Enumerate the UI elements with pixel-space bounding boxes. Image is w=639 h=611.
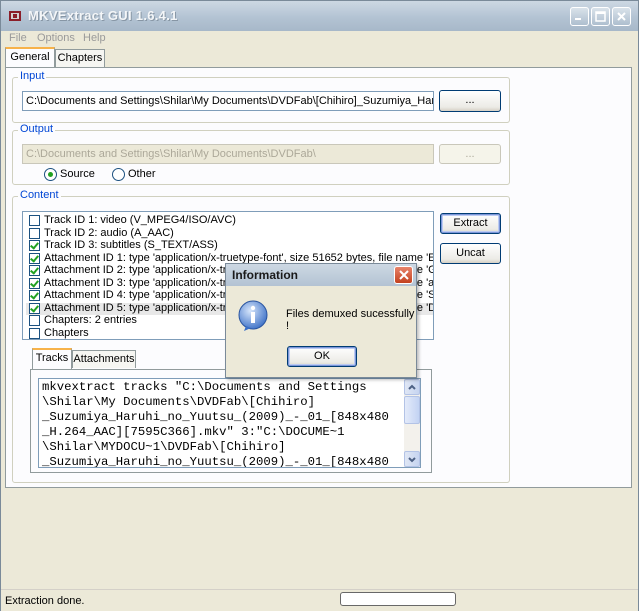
minimize-button[interactable]: [570, 7, 589, 26]
dialog-message: Files demuxed sucessfully !: [286, 308, 415, 332]
item-checkbox[interactable]: [29, 290, 40, 301]
command-scrollbar[interactable]: [404, 379, 420, 467]
item-label: Track ID 2: audio (A_AAC): [44, 226, 174, 239]
close-icon: [617, 12, 626, 21]
status-text: Extraction done.: [5, 595, 85, 607]
command-line: mkvextract tracks "C:\Documents and Sett…: [42, 380, 367, 394]
status-progress: [340, 592, 456, 606]
command-line: _Suzumiya_Haruhi_no_Yuutsu_(2009)_-_01_[…: [42, 410, 389, 424]
item-label: Attachment ID 1: type 'application/x-tru…: [44, 251, 433, 264]
output-path-field[interactable]: C:\Documents and Settings\Shilar\My Docu…: [22, 144, 434, 164]
maximize-icon: [595, 11, 606, 22]
command-line: _Suzumiya_Haruhi_no_Yuutsu_(2009)_-_01_[…: [42, 455, 389, 468]
status-bar: Extraction done.: [1, 589, 638, 611]
list-item[interactable]: Track ID 2: audio (A_AAC): [26, 226, 433, 240]
command-preview[interactable]: mkvextract tracks "C:\Documents and Sett…: [38, 378, 421, 468]
tab-general[interactable]: General: [5, 47, 55, 68]
extract-button[interactable]: Extract: [440, 213, 501, 234]
menu-help[interactable]: Help: [83, 32, 106, 44]
item-label: Track ID 3: subtitles (S_TEXT/ASS): [44, 239, 218, 251]
list-item[interactable]: Track ID 3: subtitles (S_TEXT/ASS): [26, 239, 433, 252]
window-title: MKVExtract GUI 1.6.4.1: [28, 8, 178, 23]
uncat-button[interactable]: Uncat: [440, 243, 501, 264]
maximize-button[interactable]: [591, 7, 610, 26]
scroll-up-button[interactable]: [404, 379, 420, 395]
menu-bar: File Options Help: [1, 31, 638, 47]
chevron-down-icon: [408, 457, 416, 463]
item-label: Track ID 1: video (V_MPEG4/ISO/AVC): [44, 214, 236, 226]
item-checkbox[interactable]: [29, 252, 40, 264]
ok-button[interactable]: OK: [287, 346, 357, 367]
command-line: \Shilar\MYDOCU~1\DVDFab\[Chihiro]: [42, 440, 286, 454]
output-browse-button[interactable]: ...: [439, 144, 501, 164]
info-icon: [238, 300, 268, 331]
other-radio[interactable]: [112, 168, 125, 181]
tab-attachments[interactable]: Attachments: [72, 350, 136, 368]
input-legend: Input: [18, 70, 47, 82]
output-legend: Output: [18, 123, 56, 135]
dialog-close-button[interactable]: [394, 266, 413, 284]
menu-file[interactable]: File: [9, 32, 27, 44]
close-button[interactable]: [612, 7, 631, 26]
item-checkbox[interactable]: [29, 265, 40, 276]
command-line: \Shilar\My Documents\DVDFab\[Chihiro]: [42, 395, 316, 409]
item-checkbox[interactable]: [29, 315, 40, 326]
dialog-title: Information: [232, 268, 298, 282]
item-checkbox[interactable]: [29, 227, 40, 239]
command-line: _H.264_AAC][7595C366].mkv" 3:"C:\DOCUME~…: [42, 425, 345, 439]
tab-tracks[interactable]: Tracks: [32, 348, 72, 369]
scroll-down-button[interactable]: [404, 451, 420, 467]
item-checkbox[interactable]: [29, 240, 40, 251]
source-radio[interactable]: [44, 168, 57, 181]
item-label: Chapters: 2 entries: [44, 314, 137, 326]
item-checkbox[interactable]: [29, 215, 40, 226]
dialog-title-bar[interactable]: Information: [226, 264, 416, 286]
other-radio-label[interactable]: Other: [128, 168, 156, 180]
menu-options[interactable]: Options: [37, 32, 75, 44]
chevron-up-icon: [408, 384, 416, 390]
title-bar[interactable]: MKVExtract GUI 1.6.4.1: [1, 1, 638, 31]
tab-chapters[interactable]: Chapters: [55, 49, 105, 67]
scroll-thumb[interactable]: [404, 396, 420, 424]
item-checkbox[interactable]: [29, 302, 40, 314]
content-legend: Content: [18, 189, 61, 201]
input-browse-button[interactable]: ...: [439, 90, 501, 112]
item-checkbox[interactable]: [29, 327, 40, 339]
close-icon: [399, 270, 409, 280]
minimize-icon: [575, 18, 581, 20]
app-icon: [9, 11, 21, 21]
info-dialog: Information Files demuxed sucessfully ! …: [225, 263, 417, 378]
source-radio-label[interactable]: Source: [60, 168, 95, 180]
main-window: MKVExtract GUI 1.6.4.1 File Options Help…: [0, 0, 639, 611]
input-path-field[interactable]: C:\Documents and Settings\Shilar\My Docu…: [22, 91, 434, 111]
item-checkbox[interactable]: [29, 277, 40, 289]
item-label: Chapters: [44, 326, 89, 339]
list-item[interactable]: Track ID 1: video (V_MPEG4/ISO/AVC): [26, 214, 433, 227]
